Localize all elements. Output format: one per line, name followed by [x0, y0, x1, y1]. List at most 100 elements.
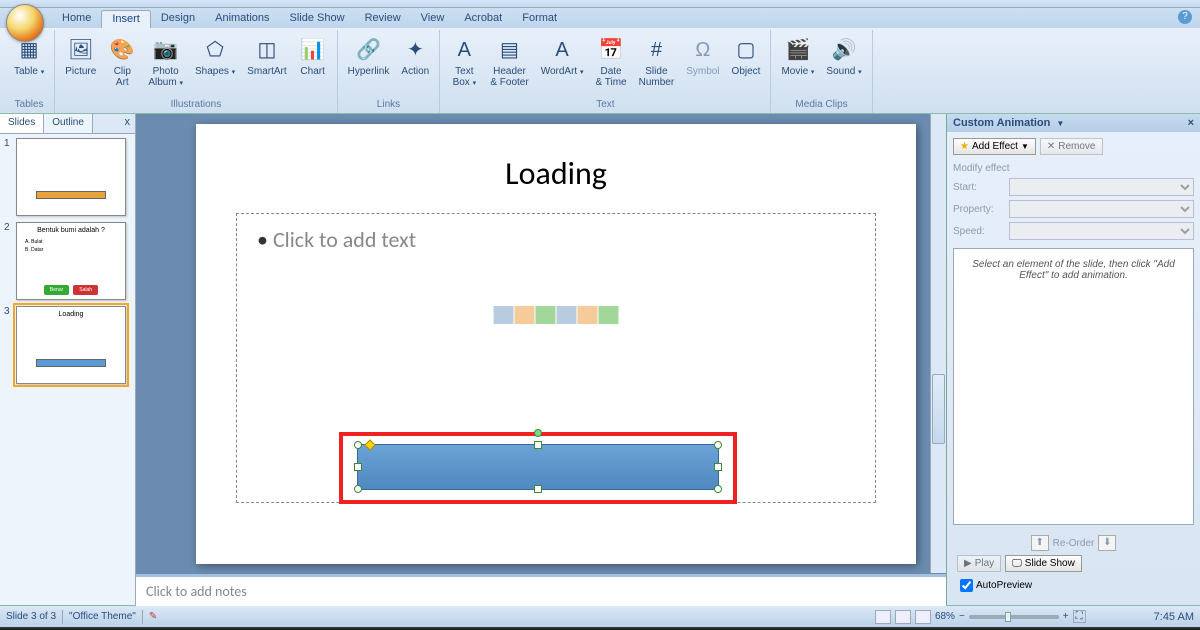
shapes-button[interactable]: ⬠Shapes ▾: [191, 34, 239, 79]
selected-shape[interactable]: [357, 444, 719, 490]
insert-media-icon[interactable]: [599, 306, 619, 324]
fit-window-button[interactable]: ⛶: [1073, 610, 1086, 623]
shapes-label: Shapes ▾: [195, 66, 235, 77]
resize-handle-s[interactable]: [534, 485, 542, 493]
tab-animations[interactable]: Animations: [205, 10, 279, 28]
placeholder-text[interactable]: Click to add text: [257, 226, 855, 253]
slide-thumbnail-1[interactable]: [16, 138, 126, 216]
reorder-label: Re-Order: [1053, 538, 1095, 549]
datetime-icon: 📅: [597, 36, 625, 64]
chart-button[interactable]: 📊Chart: [295, 34, 331, 79]
zoom-slider-thumb[interactable]: [1005, 612, 1011, 622]
hyperlink-button[interactable]: 🔗Hyperlink: [344, 34, 394, 79]
group-label: Media Clips: [777, 98, 865, 111]
slide-canvas[interactable]: Loading Click to add text: [196, 124, 916, 564]
speed-combo: [1009, 222, 1194, 240]
panel-close-icon[interactable]: x: [120, 114, 136, 133]
headerfooter-label: Header& Footer: [490, 66, 528, 88]
clipart-label: ClipArt: [114, 66, 131, 88]
wordart-button[interactable]: AWordArt ▾: [537, 34, 588, 79]
tab-home[interactable]: Home: [52, 10, 101, 28]
symbol-icon: Ω: [689, 36, 717, 64]
slidenumber-button[interactable]: #SlideNumber: [635, 34, 679, 90]
slide-thumbnail-3[interactable]: Loading: [16, 306, 126, 384]
content-placeholder[interactable]: Click to add text: [236, 213, 876, 503]
slide-title[interactable]: Loading: [236, 154, 876, 193]
reorder-controls: ⬆ Re-Order ⬇: [957, 535, 1190, 551]
textbox-button[interactable]: ATextBox ▾: [446, 34, 482, 90]
zoom-out-button[interactable]: −: [959, 611, 965, 622]
clipart-button[interactable]: 🎨ClipArt: [104, 34, 140, 90]
tab-view[interactable]: View: [411, 10, 455, 28]
add-effect-button[interactable]: ★Add Effect▼: [953, 138, 1036, 155]
taskpane-dropdown-icon[interactable]: ▼: [1056, 119, 1064, 128]
help-icon[interactable]: ?: [1178, 10, 1192, 24]
sorter-view-button[interactable]: [895, 610, 911, 624]
insert-chart-icon[interactable]: [515, 306, 535, 324]
play-button: ▶Play: [957, 555, 1001, 572]
picture-button[interactable]: 🖼Picture: [61, 34, 100, 79]
tab-slideshow[interactable]: Slide Show: [280, 10, 355, 28]
photoalbum-icon: 📷: [152, 36, 180, 64]
slide-thumbnail-2[interactable]: Bentuk bumi adalah ?A. BulatB. DatarBena…: [16, 222, 126, 300]
insert-picture-icon[interactable]: [557, 306, 577, 324]
insert-table-icon[interactable]: [494, 306, 514, 324]
office-button[interactable]: [6, 4, 44, 42]
resize-handle-e[interactable]: [714, 463, 722, 471]
tab-outline[interactable]: Outline: [44, 114, 93, 133]
placeholder-icons[interactable]: [494, 306, 619, 324]
slidenumber-label: SlideNumber: [639, 66, 675, 88]
normal-view-button[interactable]: [875, 610, 891, 624]
photoalbum-button[interactable]: 📷PhotoAlbum ▾: [144, 34, 187, 90]
group-label: Links: [344, 98, 434, 111]
spellcheck-icon[interactable]: ✎: [149, 611, 157, 622]
smartart-button[interactable]: ◫SmartArt: [243, 34, 290, 79]
workspace: Slides Outline x 12Bentuk bumi adalah ?A…: [0, 114, 1200, 605]
datetime-button[interactable]: 📅Date& Time: [591, 34, 630, 90]
vertical-scrollbar[interactable]: [930, 114, 946, 573]
sound-button[interactable]: 🔊Sound ▾: [822, 34, 865, 79]
slideshow-button[interactable]: 🖵Slide Show: [1005, 555, 1082, 572]
group-label: Text: [446, 98, 764, 111]
headerfooter-button[interactable]: ▤Header& Footer: [486, 34, 532, 90]
chart-label: Chart: [300, 66, 324, 77]
thumb-row[interactable]: 1: [4, 138, 131, 216]
tab-slides[interactable]: Slides: [0, 114, 44, 133]
action-button[interactable]: ✦Action: [397, 34, 433, 79]
slideshow-view-button[interactable]: [915, 610, 931, 624]
scroll-thumb[interactable]: [932, 374, 945, 444]
insert-clipart-icon[interactable]: [578, 306, 598, 324]
smartart-label: SmartArt: [247, 66, 286, 77]
notes-pane[interactable]: Click to add notes: [136, 574, 946, 606]
zoom-value[interactable]: 68%: [935, 611, 955, 622]
resize-handle-sw[interactable]: [354, 485, 362, 493]
taskpane-close-icon[interactable]: ×: [1188, 117, 1194, 129]
autopreview-checkbox[interactable]: AutoPreview: [957, 576, 1190, 595]
resize-handle-nw[interactable]: [354, 441, 362, 449]
tab-review[interactable]: Review: [355, 10, 411, 28]
resize-handle-ne[interactable]: [714, 441, 722, 449]
resize-handle-w[interactable]: [354, 463, 362, 471]
thumb-row[interactable]: 3Loading: [4, 306, 131, 384]
tab-design[interactable]: Design: [151, 10, 205, 28]
object-button[interactable]: ▢Object: [728, 34, 765, 79]
autopreview-input[interactable]: [960, 579, 973, 592]
tab-insert[interactable]: Insert: [101, 10, 151, 28]
tab-acrobat[interactable]: Acrobat: [454, 10, 512, 28]
zoom-slider[interactable]: [969, 615, 1059, 619]
thumb-row[interactable]: 2Bentuk bumi adalah ?A. BulatB. DatarBen…: [4, 222, 131, 300]
resize-handle-n[interactable]: [534, 441, 542, 449]
insert-smartart-icon[interactable]: [536, 306, 556, 324]
taskpane-header: Custom Animation ▼ ×: [947, 114, 1200, 132]
rotate-handle[interactable]: [534, 429, 542, 437]
zoom-in-button[interactable]: +: [1063, 611, 1069, 622]
tab-format[interactable]: Format: [512, 10, 567, 28]
ribbon-group-illustrations: 🖼Picture🎨ClipArt📷PhotoAlbum ▾⬠Shapes ▾◫S…: [55, 30, 337, 113]
sound-icon: 🔊: [830, 36, 858, 64]
slide-area[interactable]: Loading Click to add text: [136, 114, 946, 574]
ribbon: ▦Table ▾Tables🖼Picture🎨ClipArt📷PhotoAlbu…: [0, 28, 1200, 114]
movie-icon: 🎬: [784, 36, 812, 64]
resize-handle-se[interactable]: [714, 485, 722, 493]
movie-button[interactable]: 🎬Movie ▾: [777, 34, 818, 79]
slidenumber-icon: #: [642, 36, 670, 64]
